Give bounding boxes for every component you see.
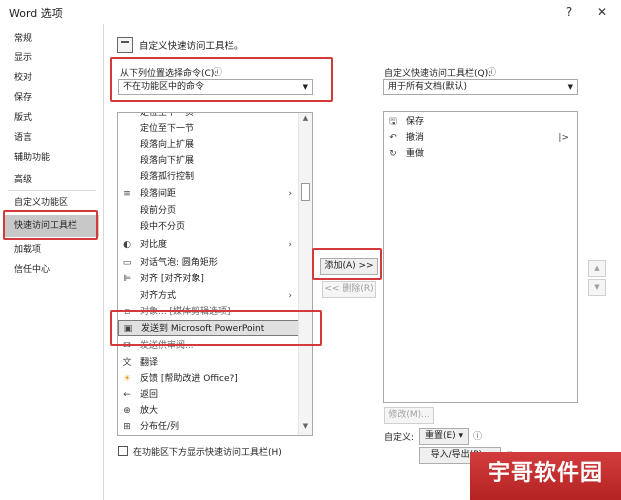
contrast-icon: ◐ — [123, 240, 131, 250]
show-below-ribbon-label: 在功能区下方显示快速访问工具栏(H) — [133, 448, 282, 458]
chevron-right-icon: › — [288, 240, 292, 250]
highlight-frame — [110, 310, 322, 346]
separator-icon: |> — [558, 133, 569, 143]
scroll-up-icon[interactable]: ▲ — [299, 114, 312, 126]
distribute-icon: ⊞ — [123, 422, 131, 432]
help-icon[interactable]: ? — [560, 3, 578, 21]
translate-icon: 文 — [122, 358, 132, 368]
back-icon: ← — [123, 390, 131, 400]
chevron-right-icon: › — [288, 291, 292, 301]
zoom-in-icon: ⊕ — [123, 406, 131, 416]
paragraph-spacing-icon: ≡ — [123, 189, 131, 199]
list-item[interactable]: 文翻译 — [118, 355, 312, 371]
sidebar-item-accessibility[interactable]: 辅助功能 — [3, 149, 99, 168]
list-item[interactable]: 段前分页 — [118, 203, 312, 219]
align-icon: ⊫ — [123, 274, 131, 284]
section-header: 自定义快速访问工具栏。 — [117, 36, 244, 54]
list-item[interactable]: ⊫ 对齐 [对齐对象] — [118, 271, 312, 287]
customize-toolbar-label: 自定义快速访问工具栏(Q): — [384, 69, 492, 79]
info-icon: ⓘ — [473, 432, 483, 442]
redo-icon: ↻ — [389, 149, 397, 159]
sidebar-item-display[interactable]: 显示 — [3, 49, 99, 68]
list-item[interactable]: ▭ 对话气泡: 圆角矩形 — [118, 255, 312, 271]
scroll-down-icon[interactable]: ▼ — [299, 422, 312, 434]
options-sidebar: 常规 显示 校对 保存 版式 语言 辅助功能 高级 自定义功能区 快速访问工具栏… — [0, 24, 104, 500]
chevron-down-icon: ▼ — [567, 83, 573, 91]
list-item[interactable]: 定位至下一页 — [118, 113, 312, 121]
highlight-frame — [312, 248, 382, 280]
list-item[interactable]: ↻ 重做 — [384, 146, 577, 162]
sidebar-divider — [8, 190, 96, 191]
modify-button[interactable]: 修改(M)... — [384, 407, 434, 424]
list-item[interactable]: 对齐方式 › — [118, 288, 312, 304]
sidebar-item-add-ins[interactable]: 加载项 — [3, 241, 99, 260]
scrollbar-thumb[interactable] — [301, 183, 310, 201]
toolbar-items-list[interactable]: 🖫 保存 ↶ 撤消 |> ↻ 重做 — [383, 111, 578, 403]
toolbar-icon — [117, 37, 133, 53]
remove-button[interactable]: << 删除(R) — [322, 281, 376, 298]
list-item[interactable]: ⊕ 放大 — [118, 403, 312, 419]
move-down-button[interactable]: ▼ — [588, 279, 606, 296]
commands-list[interactable]: 定位至下一页 定位至下一节 段落向上扩展 段落向下扩展 段落孤行控制 ≡ 段落间距… — [117, 112, 313, 436]
customize-label: 自定义: — [384, 433, 415, 443]
commands-scrollbar[interactable]: ▲ ▼ — [298, 113, 312, 435]
list-item[interactable]: 段中不分页 — [118, 219, 312, 235]
sidebar-item-general[interactable]: 常规 — [3, 30, 99, 49]
sidebar-item-trust-center[interactable]: 信任中心 — [3, 261, 99, 280]
list-item[interactable]: 段落孤行控制 — [118, 169, 312, 185]
section-title: 自定义快速访问工具栏。 — [139, 41, 244, 52]
sidebar-item-save[interactable]: 保存 — [3, 89, 99, 108]
feedback-icon: ☀ — [122, 374, 132, 384]
customize-toolbar-value: 用于所有文档(默认) — [388, 82, 468, 92]
list-item[interactable]: 定位至下一节 — [118, 121, 312, 137]
list-item[interactable]: ◐ 对比度 › — [118, 237, 312, 253]
sidebar-item-layout[interactable]: 版式 — [3, 109, 99, 128]
info-icon: ⓘ — [487, 68, 497, 78]
sidebar-item-advanced[interactable]: 高级 — [3, 171, 99, 190]
list-item[interactable]: 段落向下扩展 — [118, 153, 312, 169]
watermark: 宇哥软件园 — [470, 452, 621, 500]
list-item[interactable]: 🖫 保存 — [384, 114, 577, 130]
list-item[interactable]: ☀ 反馈 [帮助改进 Office?] — [118, 371, 312, 387]
highlight-frame — [3, 210, 98, 240]
undo-icon: ↶ — [389, 133, 397, 143]
title-bar: Word 选项 ? ✕ — [0, 0, 621, 24]
window-title: Word 选项 — [9, 7, 63, 20]
list-item[interactable]: ↶ 撤消 |> — [384, 130, 577, 146]
list-item[interactable]: ≡ 段落间距 › — [118, 186, 312, 202]
list-item[interactable]: 段落向上扩展 — [118, 137, 312, 153]
sidebar-item-proofing[interactable]: 校对 — [3, 69, 99, 88]
customize-toolbar-dropdown[interactable]: 用于所有文档(默认) ▼ — [383, 79, 578, 95]
list-item[interactable]: ⊞ 分布任/列 — [118, 419, 312, 435]
list-item[interactable]: ← 返回 — [118, 387, 312, 403]
sidebar-item-language[interactable]: 语言 — [3, 129, 99, 148]
show-below-ribbon-checkbox[interactable] — [118, 446, 128, 456]
save-icon: 🖫 — [389, 117, 397, 127]
speech-bubble-icon: ▭ — [122, 258, 132, 268]
close-icon[interactable]: ✕ — [593, 3, 611, 21]
reset-button[interactable]: 重置(E) ▾ — [419, 428, 469, 445]
highlight-frame — [110, 57, 333, 102]
move-up-button[interactable]: ▲ — [588, 260, 606, 277]
chevron-right-icon: › — [288, 189, 292, 199]
